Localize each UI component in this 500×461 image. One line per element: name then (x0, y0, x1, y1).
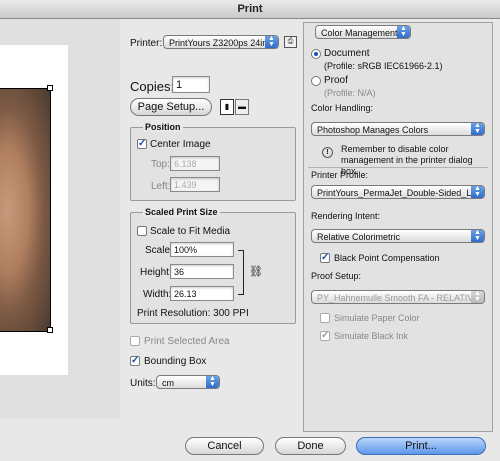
scale-label: Scale: (145, 245, 173, 256)
divider (308, 167, 488, 168)
rendering-intent-label: Rendering Intent: (311, 211, 381, 221)
units-popup[interactable]: cm ▲ ▼ (156, 375, 220, 389)
copies-field[interactable]: 1 (172, 76, 210, 93)
resize-handle-top-right[interactable] (47, 85, 53, 91)
page-setup-button[interactable]: Page Setup... (130, 98, 212, 116)
simulate-paper-label: Simulate Paper Color (334, 313, 420, 323)
top-field[interactable]: 6.138 (170, 156, 220, 171)
rendering-intent-value: Relative Colorimetric (317, 232, 401, 242)
print-resolution: Print Resolution: 300 PPI (137, 308, 249, 319)
proof-setup-label: Proof Setup: (311, 271, 362, 281)
popup-arrows-icon: ▲ ▼ (471, 291, 484, 303)
color-handling-value: Photoshop Manages Colors (317, 125, 429, 135)
color-handling-popup[interactable]: Photoshop Manages Colors ▲ ▼ (311, 122, 485, 136)
units-label: Units: (130, 378, 156, 389)
printer-profile-popup[interactable]: PrintYours_PermaJet_Double-Sided_Lustr..… (311, 185, 485, 199)
done-button[interactable]: Done (275, 437, 346, 455)
position-title: Position (143, 122, 183, 132)
proof-setup-popup[interactable]: PY_Hahnemulle Smooth FA - RELATIVE Col ▲… (311, 290, 485, 304)
center-image-label: Center Image (150, 139, 211, 150)
simulate-paper-checkbox[interactable] (320, 313, 330, 323)
title-bar: Print (0, 0, 500, 19)
black-point-label: Black Point Compensation (334, 253, 440, 263)
bounding-box-label: Bounding Box (144, 356, 207, 367)
scale-to-fit-checkbox[interactable] (137, 226, 147, 236)
printer-label: Printer: (130, 38, 163, 49)
printer-icon[interactable]: ⎙ (284, 36, 297, 48)
chain-link-icon[interactable]: ⛓ (249, 265, 263, 278)
landscape-orientation-icon[interactable]: ▬ (235, 99, 249, 115)
image-preview[interactable] (0, 88, 51, 332)
cancel-button[interactable]: Cancel (185, 437, 264, 455)
document-profile: (Profile: sRGB IEC61966-2.1) (324, 61, 443, 71)
popup-arrows-icon: ▲ ▼ (471, 123, 484, 135)
document-label: Document (324, 48, 370, 59)
print-button[interactable]: Print... (356, 437, 486, 455)
top-label: Top: (151, 159, 170, 170)
printer-popup[interactable]: PrintYours Z3200ps 24in... ▲ ▼ (163, 35, 279, 49)
scaled-print-size-title: Scaled Print Size (143, 207, 220, 217)
window-title: Print (237, 3, 263, 15)
portrait-orientation-icon[interactable]: ▮ (220, 99, 234, 115)
print-selected-area-checkbox[interactable] (130, 336, 140, 346)
panel-mode-popup[interactable]: Color Management ▲ ▼ (315, 25, 411, 39)
center-image-checkbox[interactable]: ✓ (137, 139, 147, 149)
popup-arrows-icon: ▲ ▼ (471, 186, 484, 198)
resize-handle-bottom-right[interactable] (47, 327, 53, 333)
proof-label: Proof (324, 75, 348, 86)
left-field[interactable]: 1.439 (170, 177, 220, 192)
bounding-box-checkbox[interactable]: ✓ (130, 356, 140, 366)
height-field[interactable]: 36 (170, 264, 234, 279)
print-selected-area-label: Print Selected Area (144, 336, 230, 347)
popup-arrows-icon: ▲ ▼ (206, 376, 219, 388)
width-label: Width: (143, 289, 172, 300)
document-radio[interactable] (311, 49, 321, 59)
popup-arrows-icon: ▲ ▼ (397, 26, 410, 38)
proof-profile: (Profile: N/A) (324, 88, 376, 98)
simulate-ink-checkbox[interactable]: ✓ (320, 331, 330, 341)
scale-to-fit-label: Scale to Fit Media (150, 226, 231, 237)
units-value: cm (162, 378, 174, 388)
printer-value: PrintYours Z3200ps 24in... (169, 38, 275, 48)
width-field[interactable]: 26.13 (170, 286, 234, 301)
proof-setup-value: PY_Hahnemulle Smooth FA - RELATIVE Col (317, 293, 485, 303)
info-icon: ! (322, 147, 333, 158)
printer-profile-label: Printer Profile: (311, 170, 369, 180)
popup-arrows-icon: ▲ ▼ (471, 230, 484, 242)
simulate-ink-label: Simulate Black Ink (334, 331, 409, 341)
popup-arrows-icon: ▲ ▼ (265, 36, 278, 48)
left-label: Left: (151, 181, 171, 192)
color-handling-label: Color Handling: (311, 103, 374, 113)
printer-profile-value: PrintYours_PermaJet_Double-Sided_Lustr..… (317, 188, 485, 198)
panel-mode-value: Color Management (321, 28, 398, 38)
link-bracket (238, 250, 244, 295)
scale-field[interactable]: 100% (170, 242, 234, 257)
rendering-intent-popup[interactable]: Relative Colorimetric ▲ ▼ (311, 229, 485, 243)
black-point-checkbox[interactable]: ✓ (320, 253, 330, 263)
height-label: Height: (140, 267, 172, 278)
proof-radio[interactable] (311, 76, 321, 86)
copies-label: Copies: (130, 79, 175, 94)
